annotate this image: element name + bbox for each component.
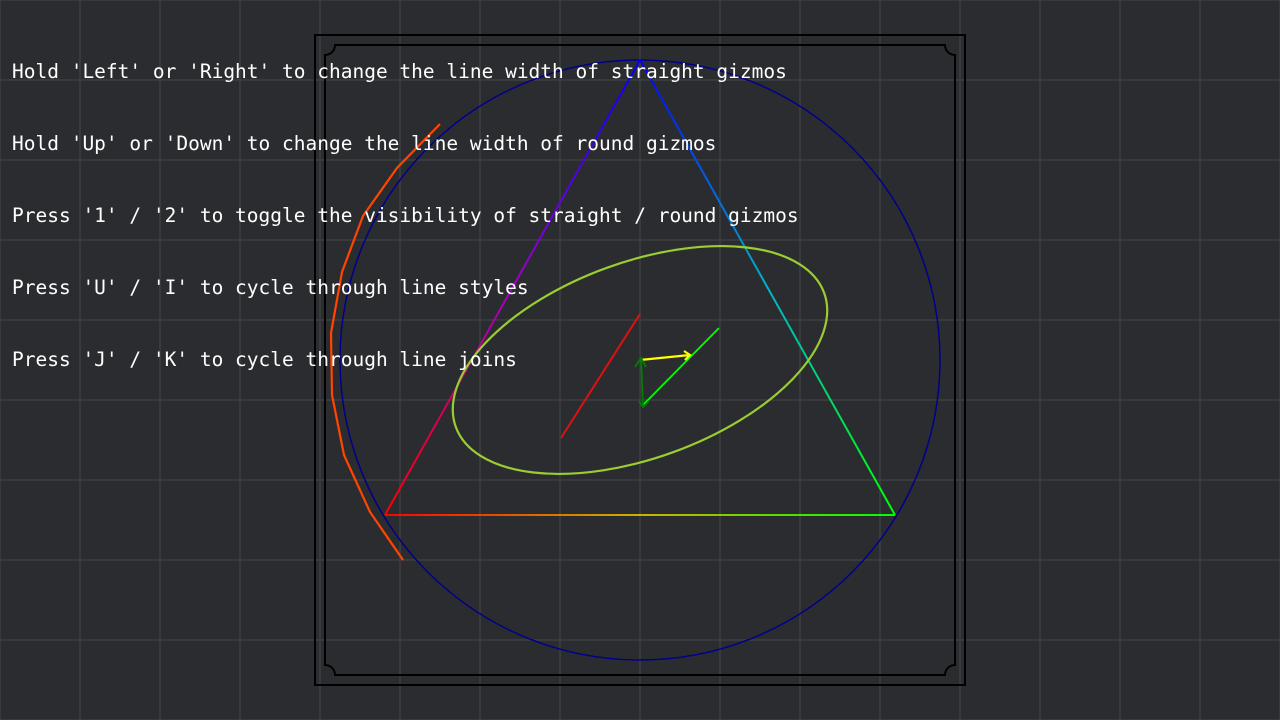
instruction-line: Press 'J' / 'K' to cycle through line jo… bbox=[12, 348, 517, 371]
instruction-line: Press '1' / '2' to toggle the visibility… bbox=[12, 204, 799, 227]
instruction-line: Hold 'Left' or 'Right' to change the lin… bbox=[12, 60, 787, 83]
game-viewport[interactable]: Hold 'Left' or 'Right' to change the lin… bbox=[0, 0, 1280, 720]
instruction-line: Hold 'Up' or 'Down' to change the line w… bbox=[12, 132, 717, 155]
instruction-line: Press 'U' / 'I' to cycle through line st… bbox=[12, 276, 529, 299]
instructions-overlay: Hold 'Left' or 'Right' to change the lin… bbox=[12, 12, 799, 420]
